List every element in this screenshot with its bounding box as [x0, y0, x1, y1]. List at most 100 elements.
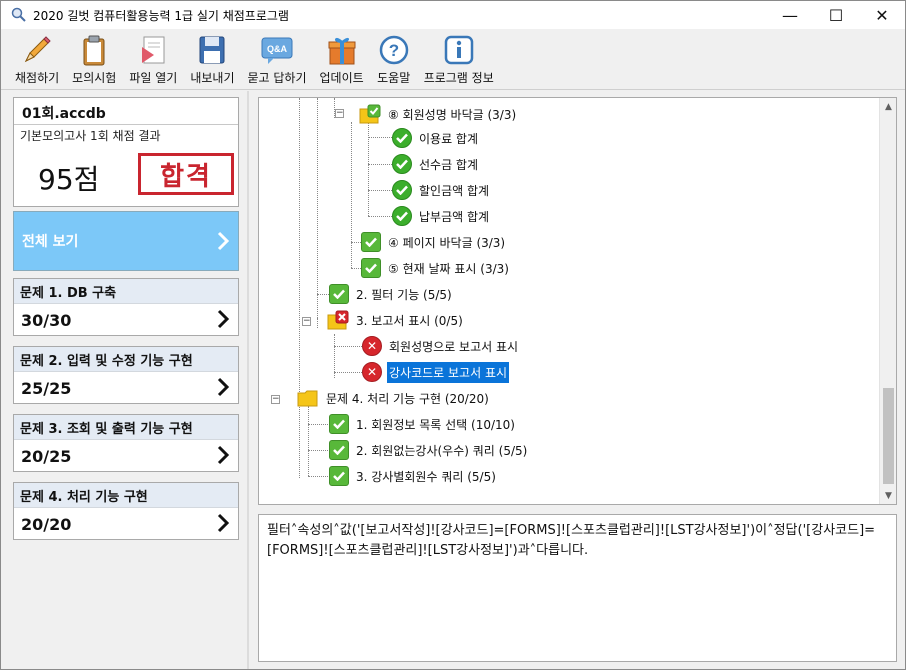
chevron-right-icon: [217, 309, 230, 329]
tree-node-label: ⑤ 현재 날짜 표시 (3/3): [388, 261, 509, 276]
result-card: 01회.accdb 기본모의고사 1회 채점 결과 95점 합격: [13, 97, 239, 207]
help-button[interactable]: ? 도움말: [377, 29, 411, 89]
left-panel: 01회.accdb 기본모의고사 1회 채점 결과 95점 합격 전체 보기 문…: [1, 91, 247, 669]
question-title: 문제 3. 조회 및 출력 기능 구현: [14, 415, 238, 440]
detail-message: 필터˄속성의˄값('[보고서작성]![강사코드]=[FORMS]![스포츠클럽관…: [258, 514, 897, 662]
scroll-down-icon[interactable]: ▼: [880, 487, 896, 504]
tree-node-label: 3. 보고서 표시 (0/5): [356, 313, 463, 328]
close-button[interactable]: ✕: [859, 1, 905, 29]
question-score: 25/25: [21, 379, 72, 398]
svg-text:Q&A: Q&A: [267, 44, 288, 54]
tree-node-label: 2. 회원없는강사(우수) 쿼리 (5/5): [356, 443, 528, 458]
tree-node[interactable]: ⑤ 현재 날짜 표시 (3/3): [361, 257, 511, 279]
tree-guide: [351, 122, 352, 268]
collapse-toggle[interactable]: −: [271, 395, 280, 404]
vertical-scrollbar[interactable]: ▲ ▼: [879, 98, 896, 504]
check-circle-icon: [392, 128, 412, 148]
update-button[interactable]: 업데이트: [320, 29, 364, 89]
tree-guide: [317, 318, 318, 328]
toolbar-separator: [1, 89, 905, 90]
panel-splitter[interactable]: [247, 91, 249, 669]
collapse-toggle[interactable]: −: [335, 109, 344, 118]
check-circle-icon: [392, 180, 412, 200]
question-card-2[interactable]: 문제 2. 입력 및 수정 기능 구현 25/25: [13, 346, 239, 404]
qa-button[interactable]: Q&A 묻고 답하기: [248, 29, 307, 89]
check-box-icon: [329, 414, 349, 434]
tree-node-label: ④ 페이지 바닥글 (3/3): [388, 235, 506, 250]
tree-node[interactable]: 3. 강사별회원수 쿼리 (5/5): [329, 465, 498, 487]
tree-node-label: 회원성명으로 보고서 표시: [389, 339, 519, 354]
question-title: 문제 1. DB 구축: [14, 279, 238, 304]
question-card-4[interactable]: 문제 4. 처리 기능 구현 20/20: [13, 482, 239, 540]
tree-guide: [368, 216, 392, 217]
clipboard-icon: [77, 33, 111, 67]
error-circle-icon: ✕: [362, 336, 382, 356]
tree-node[interactable]: 문제 4. 처리 기능 구현 (20/20): [297, 387, 491, 409]
tree-node[interactable]: ✕ 회원성명으로 보고서 표시: [362, 335, 520, 357]
tree-node[interactable]: 이용료 합계: [392, 127, 480, 149]
grading-tree: − − − ⑧ 회원성명 바닥글 (3/3) 이용료 합계 선수금 합계 할인금…: [258, 97, 897, 505]
result-subtitle: 기본모의고사 1회 채점 결과: [20, 129, 161, 143]
tree-guide: [299, 98, 300, 398]
tree-node[interactable]: 2. 필터 기능 (5/5): [329, 283, 454, 305]
tree-guide: [368, 190, 392, 191]
minimize-button[interactable]: —: [767, 1, 813, 29]
tree-node-label: ⑧ 회원성명 바닥글 (3/3): [388, 107, 517, 122]
tree-guide: [334, 372, 362, 373]
chevron-right-icon: [217, 231, 230, 251]
tree-node[interactable]: 2. 회원없는강사(우수) 쿼리 (5/5): [329, 439, 529, 461]
toolbar: 채점하기 모의시험 파일 열기 내보내기 Q&A 묻고 답하기 업데이트 ? 도…: [1, 29, 905, 89]
gift-icon: [325, 33, 359, 67]
tree-guide: [317, 98, 318, 318]
tree-node-label: 3. 강사별회원수 쿼리 (5/5): [356, 469, 496, 484]
tree-guide: [351, 268, 361, 269]
tree-node[interactable]: 1. 회원정보 목록 선택 (10/10): [329, 413, 517, 435]
tree-node[interactable]: ⑧ 회원성명 바닥글 (3/3): [359, 103, 518, 125]
check-box-icon: [361, 258, 381, 278]
folder-checked-icon: [359, 104, 381, 124]
chevron-right-icon: [217, 445, 230, 465]
tree-node[interactable]: 할인금액 합계: [392, 179, 491, 201]
question-score: 30/30: [21, 311, 72, 330]
check-box-icon: [361, 232, 381, 252]
pass-stamp: 합격: [138, 153, 234, 195]
folder-error-icon: [327, 310, 349, 330]
tree-guide: [308, 406, 309, 476]
tree-node[interactable]: 선수금 합계: [392, 153, 480, 175]
question-card-1[interactable]: 문제 1. DB 구축 30/30: [13, 278, 239, 336]
mock-exam-button[interactable]: 모의시험: [72, 29, 116, 89]
pencil-icon: [20, 33, 54, 67]
tree-node-label: 2. 필터 기능 (5/5): [356, 287, 452, 302]
title-bar: 2020 길벗 컴퓨터활용능력 1급 실기 채점프로그램 — ☐ ✕: [1, 1, 905, 29]
tree-guide: [317, 294, 329, 295]
tree-guide: [299, 398, 300, 478]
collapse-toggle[interactable]: −: [302, 317, 311, 326]
all-view-label: 전체 보기: [22, 234, 79, 250]
tree-node[interactable]: 3. 보고서 표시 (0/5): [327, 309, 465, 331]
app-window: 2020 길벗 컴퓨터활용능력 1급 실기 채점프로그램 — ☐ ✕ 채점하기 …: [0, 0, 906, 670]
scroll-thumb[interactable]: [883, 388, 894, 484]
all-view-button[interactable]: 전체 보기: [13, 211, 239, 271]
check-circle-icon: [392, 154, 412, 174]
info-icon: [442, 33, 476, 67]
tree-node[interactable]: 납부금액 합계: [392, 205, 491, 227]
check-box-icon: [329, 466, 349, 486]
grade-button[interactable]: 채점하기: [15, 29, 59, 89]
scroll-up-icon[interactable]: ▲: [880, 98, 896, 115]
tree-node[interactable]: ④ 페이지 바닥글 (3/3): [361, 231, 507, 253]
tree-guide: [351, 242, 361, 243]
export-button[interactable]: 내보내기: [190, 29, 235, 89]
question-card-3[interactable]: 문제 3. 조회 및 출력 기능 구현 20/25: [13, 414, 239, 472]
tree-node-label: 강사코드로 보고서 표시: [387, 361, 510, 383]
maximize-button[interactable]: ☐: [813, 1, 859, 29]
tree-node-label: 선수금 합계: [419, 157, 479, 172]
tree-guide: [308, 476, 330, 477]
open-file-button[interactable]: 파일 열기: [129, 29, 177, 89]
tree-guide: [308, 450, 330, 451]
tree-guide: [308, 424, 330, 425]
tree-node-selected[interactable]: ✕ 강사코드로 보고서 표시: [362, 361, 510, 383]
tree-node-label: 이용료 합계: [419, 131, 479, 146]
program-info-button[interactable]: 프로그램 정보: [424, 29, 494, 89]
tree-node-label: 문제 4. 처리 기능 구현 (20/20): [326, 391, 489, 406]
open-file-icon: [136, 33, 170, 67]
